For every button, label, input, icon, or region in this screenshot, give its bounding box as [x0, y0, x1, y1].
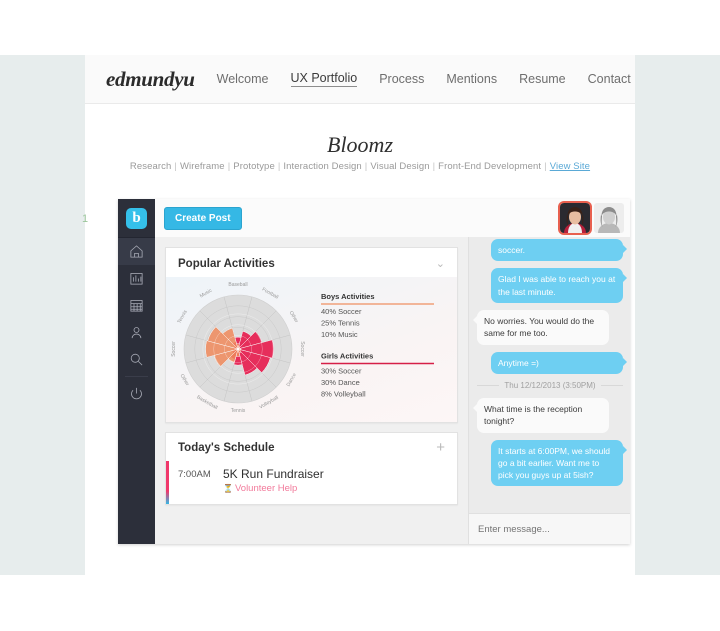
app-topbar: Create Post	[155, 199, 630, 238]
chart-axis-label: Tennis	[231, 408, 246, 414]
chart-legend-item: 25% Tennis	[321, 319, 360, 328]
nav-links: Welcome UX Portfolio Process Mentions Resume…	[217, 71, 631, 87]
project-tag: Prototype	[233, 161, 275, 172]
chat-bubble-me: Anytime =)	[491, 351, 627, 374]
card-header: Popular Activities ⌄	[166, 248, 457, 277]
tag-separator: |	[364, 161, 368, 172]
chart-axis-label: Baseball	[228, 282, 247, 288]
chat-bubble-them: No worries. You would do the same for me…	[473, 309, 609, 345]
chevron-down-icon[interactable]: ⌄	[436, 257, 445, 270]
chart-axis-label: Tennis	[176, 309, 189, 325]
sidebar-divider	[125, 376, 148, 377]
avatar[interactable]	[594, 203, 624, 233]
site-logo[interactable]: edmundyu	[106, 67, 195, 92]
clock-icon: ⏳	[223, 484, 233, 493]
chat-bubble-me: It starts at 6:00PM, we should go a bit …	[491, 439, 627, 487]
chart-legend-item: 30% Dance	[321, 378, 360, 387]
annotation-marker: 1	[82, 213, 89, 225]
chart-axis-label: Dance	[285, 372, 298, 388]
bloomz-logo-icon: b	[126, 207, 147, 229]
plus-icon[interactable]: +	[436, 440, 445, 455]
screenshot-root: edmundyu Welcome UX Portfolio Process Menti…	[0, 0, 720, 631]
site-nav: edmundyu Welcome UX Portfolio Process Menti…	[85, 55, 635, 104]
chart-axis-label: Other	[288, 310, 300, 324]
chat-panel: soccer. Glad I was able to reach you at t…	[468, 237, 630, 544]
app-brand[interactable]: b	[118, 199, 155, 238]
chat-bubble-me: soccer.	[491, 239, 627, 262]
chat-messages[interactable]: soccer. Glad I was able to reach you at t…	[469, 237, 630, 513]
schedule-list: 7:00AM 5K Run Fundraiser ⏳ Volunteer Help	[166, 461, 457, 504]
event-subtitle[interactable]: ⏳ Volunteer Help	[223, 483, 324, 494]
chart-legend-item: 10% Music	[321, 330, 358, 339]
nav-link-ux-portfolio[interactable]: UX Portfolio	[290, 71, 358, 87]
chart-legend-item: 8% Volleyball	[321, 390, 366, 399]
nav-link-contact[interactable]: Contact	[588, 72, 631, 86]
view-site-link[interactable]: View Site	[550, 161, 590, 172]
chart-legend-title: Girls Activities	[321, 352, 373, 361]
nav-link-resume[interactable]: Resume	[519, 72, 566, 86]
tag-separator: |	[227, 161, 231, 172]
tag-separator: |	[544, 161, 547, 172]
chart-legend-item: 30% Soccer	[321, 367, 362, 376]
project-tag: Wireframe	[179, 161, 225, 172]
sidebar-item-calendar[interactable]	[118, 292, 155, 319]
activities-chart: Baseball Football Other Soccer Dance Volleyba…	[166, 277, 457, 422]
nav-link-mentions[interactable]: Mentions	[446, 72, 497, 86]
event-title: 5K Run Fundraiser	[223, 467, 324, 481]
chat-day-divider: Thu 12/12/2013 (3:50PM)	[477, 380, 624, 390]
rose-chart-svg: BaseballFootballOtherSoccerDanceVolleyba…	[171, 282, 434, 414]
project-tag: Front-End Development	[438, 161, 542, 172]
event-time: 7:00AM	[178, 469, 211, 480]
avatar[interactable]	[560, 203, 590, 233]
chart-axis-label: Soccer	[299, 341, 305, 357]
tag-separator: |	[277, 161, 281, 172]
app-main: Popular Activities ⌄ Baseball Football Oth…	[155, 237, 468, 544]
chat-day-label: Thu 12/12/2013 (3:50PM)	[504, 380, 596, 390]
project-tag: Interaction Design	[283, 161, 362, 172]
chart-axis-label: Soccer	[171, 341, 177, 357]
sidebar-item-home[interactable]	[118, 238, 155, 265]
nav-link-process[interactable]: Process	[379, 72, 424, 86]
popular-activities-card: Popular Activities ⌄ Baseball Football Oth…	[165, 247, 458, 423]
chart-legend-item: 40% Soccer	[321, 307, 362, 316]
chart-axis-label: Football	[261, 287, 279, 301]
chart-legend-title: Boys Activities	[321, 292, 375, 301]
chat-bubble-them: What time is the reception tonight?	[473, 397, 609, 433]
app-sidebar: b	[118, 199, 155, 544]
todays-schedule-card: Today's Schedule + 7:00AM 5K Run Fundrais…	[165, 432, 458, 505]
card-title: Popular Activities	[178, 257, 275, 270]
create-post-button[interactable]: Create Post	[164, 207, 242, 230]
avatar-group	[560, 203, 624, 233]
tag-separator: |	[432, 161, 436, 172]
card-title: Today's Schedule	[178, 442, 275, 454]
project-tag: Visual Design	[370, 161, 430, 172]
page-title: Bloomz	[327, 132, 393, 157]
sidebar-item-profile[interactable]	[118, 319, 155, 346]
sidebar-item-search[interactable]	[118, 346, 155, 373]
app-window: b Create Post Popular Activities ⌄ Baseb…	[118, 199, 630, 544]
chat-input-bar	[469, 513, 630, 544]
nav-link-welcome[interactable]: Welcome	[217, 72, 269, 86]
chart-axis-label: Music	[199, 287, 214, 299]
project-tag: Research	[129, 161, 172, 172]
card-header: Today's Schedule +	[166, 433, 457, 461]
sidebar-item-reports[interactable]	[118, 265, 155, 292]
schedule-event[interactable]: 7:00AM 5K Run Fundraiser ⏳ Volunteer Help	[166, 461, 457, 504]
tag-separator: |	[174, 161, 177, 172]
chart-axis-label: Other	[179, 373, 191, 387]
project-tags: Research | Wireframe | Prototype | Interaction…	[85, 161, 635, 172]
chat-input[interactable]	[469, 514, 630, 544]
chat-bubble-me: Glad I was able to reach you at the last…	[491, 268, 627, 303]
event-subtitle-text: Volunteer Help	[234, 483, 298, 494]
sidebar-item-power[interactable]	[118, 380, 155, 407]
